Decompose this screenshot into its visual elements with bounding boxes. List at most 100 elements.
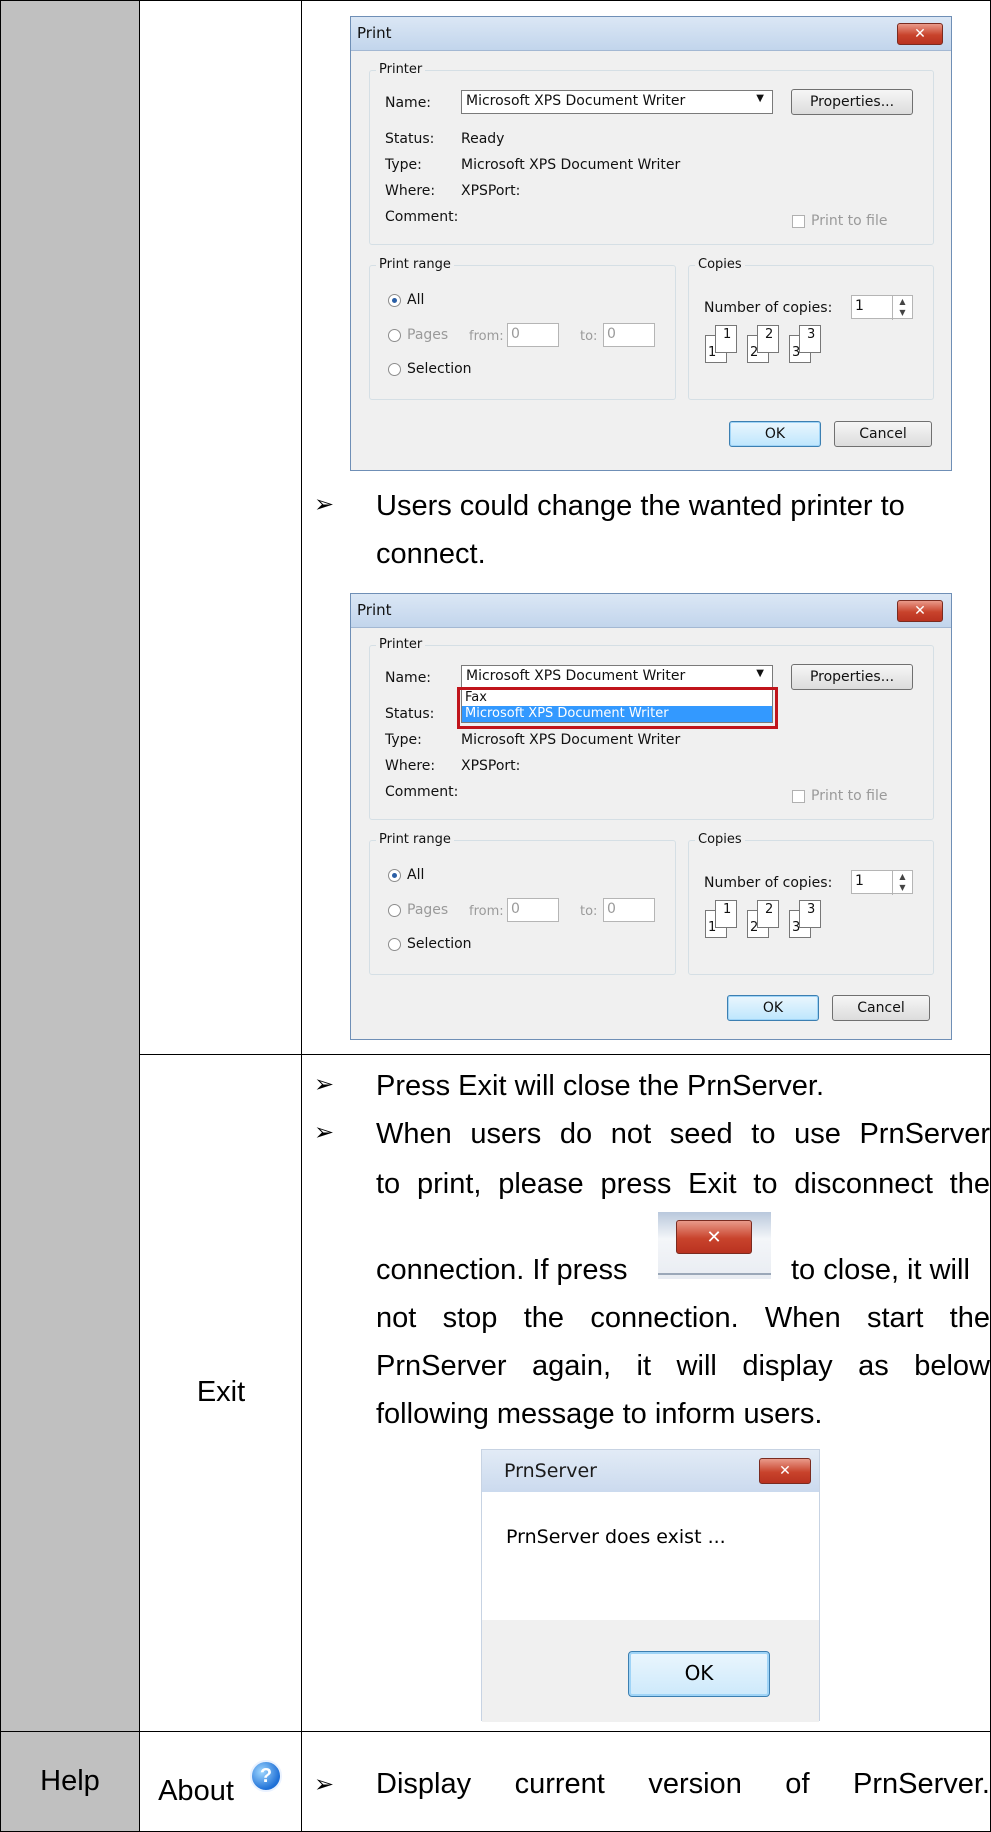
selection-label: Selection	[407, 361, 472, 377]
all-label: All	[407, 292, 425, 308]
properties-button[interactable]: Properties...	[791, 664, 913, 690]
where-label: Where:	[385, 183, 436, 199]
printer-name-value: Microsoft XPS Document Writer	[466, 93, 686, 109]
status-label: Status:	[385, 131, 435, 147]
type-label: Type:	[385, 157, 422, 173]
printer-name-select[interactable]: Microsoft XPS Document Writer ▼	[461, 665, 773, 689]
copies-input[interactable]: 1 ▲ ▼	[851, 295, 913, 320]
message-ok-button[interactable]: OK	[628, 1651, 770, 1697]
copies-value: 1	[855, 873, 864, 889]
spinner-icon[interactable]: ▲ ▼	[892, 296, 912, 320]
from-label: from:	[469, 329, 504, 344]
to-label: to:	[580, 329, 598, 344]
print-range-label: Print range	[376, 832, 454, 847]
dialog-title: Print	[357, 601, 392, 619]
exit-cell-label: Exit	[196, 1376, 246, 1408]
chevron-down-icon: ▼	[756, 93, 764, 104]
where-value: XPSPort:	[461, 758, 521, 774]
copies-group-label: Copies	[695, 832, 745, 847]
copies-value: 1	[855, 298, 864, 314]
all-label: All	[407, 867, 425, 883]
about-cell-label: About	[158, 1775, 234, 1807]
exit-instruction-2c: connection. If press	[376, 1254, 628, 1286]
message-titlebar: PrnServer ✕	[482, 1450, 819, 1492]
selection-label: Selection	[407, 936, 472, 952]
print-dialog: Print ✕ Printer Name: Microsoft XPS Docu…	[350, 16, 952, 471]
pages-label: Pages	[407, 902, 449, 918]
message-text: PrnServer does exist ...	[506, 1526, 726, 1548]
prnserver-message-box: PrnServer ✕ PrnServer does exist ... OK	[481, 1449, 820, 1722]
print-to-file-label: Print to file	[811, 213, 888, 229]
where-label: Where:	[385, 758, 436, 774]
name-label: Name:	[385, 670, 432, 686]
name-label: Name:	[385, 95, 432, 111]
exit-instruction-1: Press Exit will close the PrnServer.	[376, 1070, 825, 1102]
to-input[interactable]: 0	[603, 323, 655, 347]
type-label: Type:	[385, 732, 422, 748]
pages-label: Pages	[407, 327, 449, 343]
all-radio[interactable]	[388, 294, 401, 307]
print-range-label: Print range	[376, 257, 454, 272]
cancel-button[interactable]: Cancel	[834, 421, 932, 447]
help-icon: ?	[250, 1760, 282, 1792]
close-icon[interactable]: ✕	[897, 600, 943, 622]
type-value: Microsoft XPS Document Writer	[461, 732, 681, 748]
ok-button[interactable]: OK	[729, 421, 821, 447]
exit-instruction-2b: to print, please press Exit to disconnec…	[376, 1168, 990, 1200]
instruction-change-printer-cont: connect.	[376, 538, 486, 570]
dialog-title: Print	[357, 24, 392, 42]
copies-group-label: Copies	[695, 257, 745, 272]
from-label: from:	[469, 904, 504, 919]
exit-instruction-2g: following message to inform users.	[376, 1398, 823, 1430]
to-input[interactable]: 0	[603, 898, 655, 922]
ok-button[interactable]: OK	[727, 995, 819, 1021]
printer-group-label: Printer	[376, 62, 426, 77]
where-value: XPSPort:	[461, 183, 521, 199]
copies-input[interactable]: 1 ▲ ▼	[851, 870, 913, 895]
copies-label: Number of copies:	[704, 300, 833, 316]
selection-radio[interactable]	[388, 938, 401, 951]
dialog-titlebar: Print ✕	[351, 594, 951, 628]
close-icon: ✕	[676, 1220, 752, 1254]
bullet-icon: ➢	[314, 490, 335, 518]
pages-radio[interactable]	[388, 904, 401, 917]
exit-instruction-2a: When users do not seed to use PrnServer	[376, 1118, 990, 1150]
print-to-file-label: Print to file	[811, 788, 888, 804]
selection-radio[interactable]	[388, 363, 401, 376]
exit-instruction-2f: PrnServer again, it will display as belo…	[376, 1350, 990, 1382]
dialog-titlebar: Print ✕	[351, 17, 951, 51]
help-cell-label: Help	[40, 1765, 100, 1797]
print-to-file-checkbox[interactable]	[792, 215, 805, 228]
printer-group-label: Printer	[376, 637, 426, 652]
print-to-file-checkbox[interactable]	[792, 790, 805, 803]
from-input[interactable]: 0	[507, 898, 559, 922]
instruction-change-printer: Users could change the wanted printer to	[376, 490, 905, 522]
bullet-icon: ➢	[314, 1070, 335, 1098]
exit-instruction-2d: to close, it will	[791, 1254, 970, 1286]
printer-name-value: Microsoft XPS Document Writer	[466, 668, 686, 684]
close-icon[interactable]: ✕	[897, 23, 943, 45]
spinner-icon[interactable]: ▲ ▼	[892, 871, 912, 895]
comment-label: Comment:	[385, 784, 459, 800]
close-icon[interactable]: ✕	[759, 1458, 811, 1484]
from-input[interactable]: 0	[507, 323, 559, 347]
comment-label: Comment:	[385, 209, 459, 225]
all-radio[interactable]	[388, 869, 401, 882]
message-body	[482, 1492, 819, 1620]
print-dialog-dropdown-open: Print ✕ Printer Name: Microsoft XPS Docu…	[350, 593, 952, 1040]
exit-instruction-2e: not stop the connection. When start the	[376, 1302, 990, 1334]
help-instruction: Display current version of PrnServer.	[376, 1768, 990, 1800]
message-title: PrnServer	[504, 1460, 597, 1482]
status-value: Ready	[461, 131, 505, 147]
pages-radio[interactable]	[388, 329, 401, 342]
status-label: Status:	[385, 706, 435, 722]
type-value: Microsoft XPS Document Writer	[461, 157, 681, 173]
bullet-icon: ➢	[314, 1770, 335, 1798]
properties-button[interactable]: Properties...	[791, 89, 913, 115]
printer-name-select[interactable]: Microsoft XPS Document Writer ▼	[461, 90, 773, 114]
to-label: to:	[580, 904, 598, 919]
close-button-illustration: ✕	[658, 1212, 771, 1279]
cancel-button[interactable]: Cancel	[832, 995, 930, 1021]
copies-label: Number of copies:	[704, 875, 833, 891]
bullet-icon: ➢	[314, 1118, 335, 1146]
